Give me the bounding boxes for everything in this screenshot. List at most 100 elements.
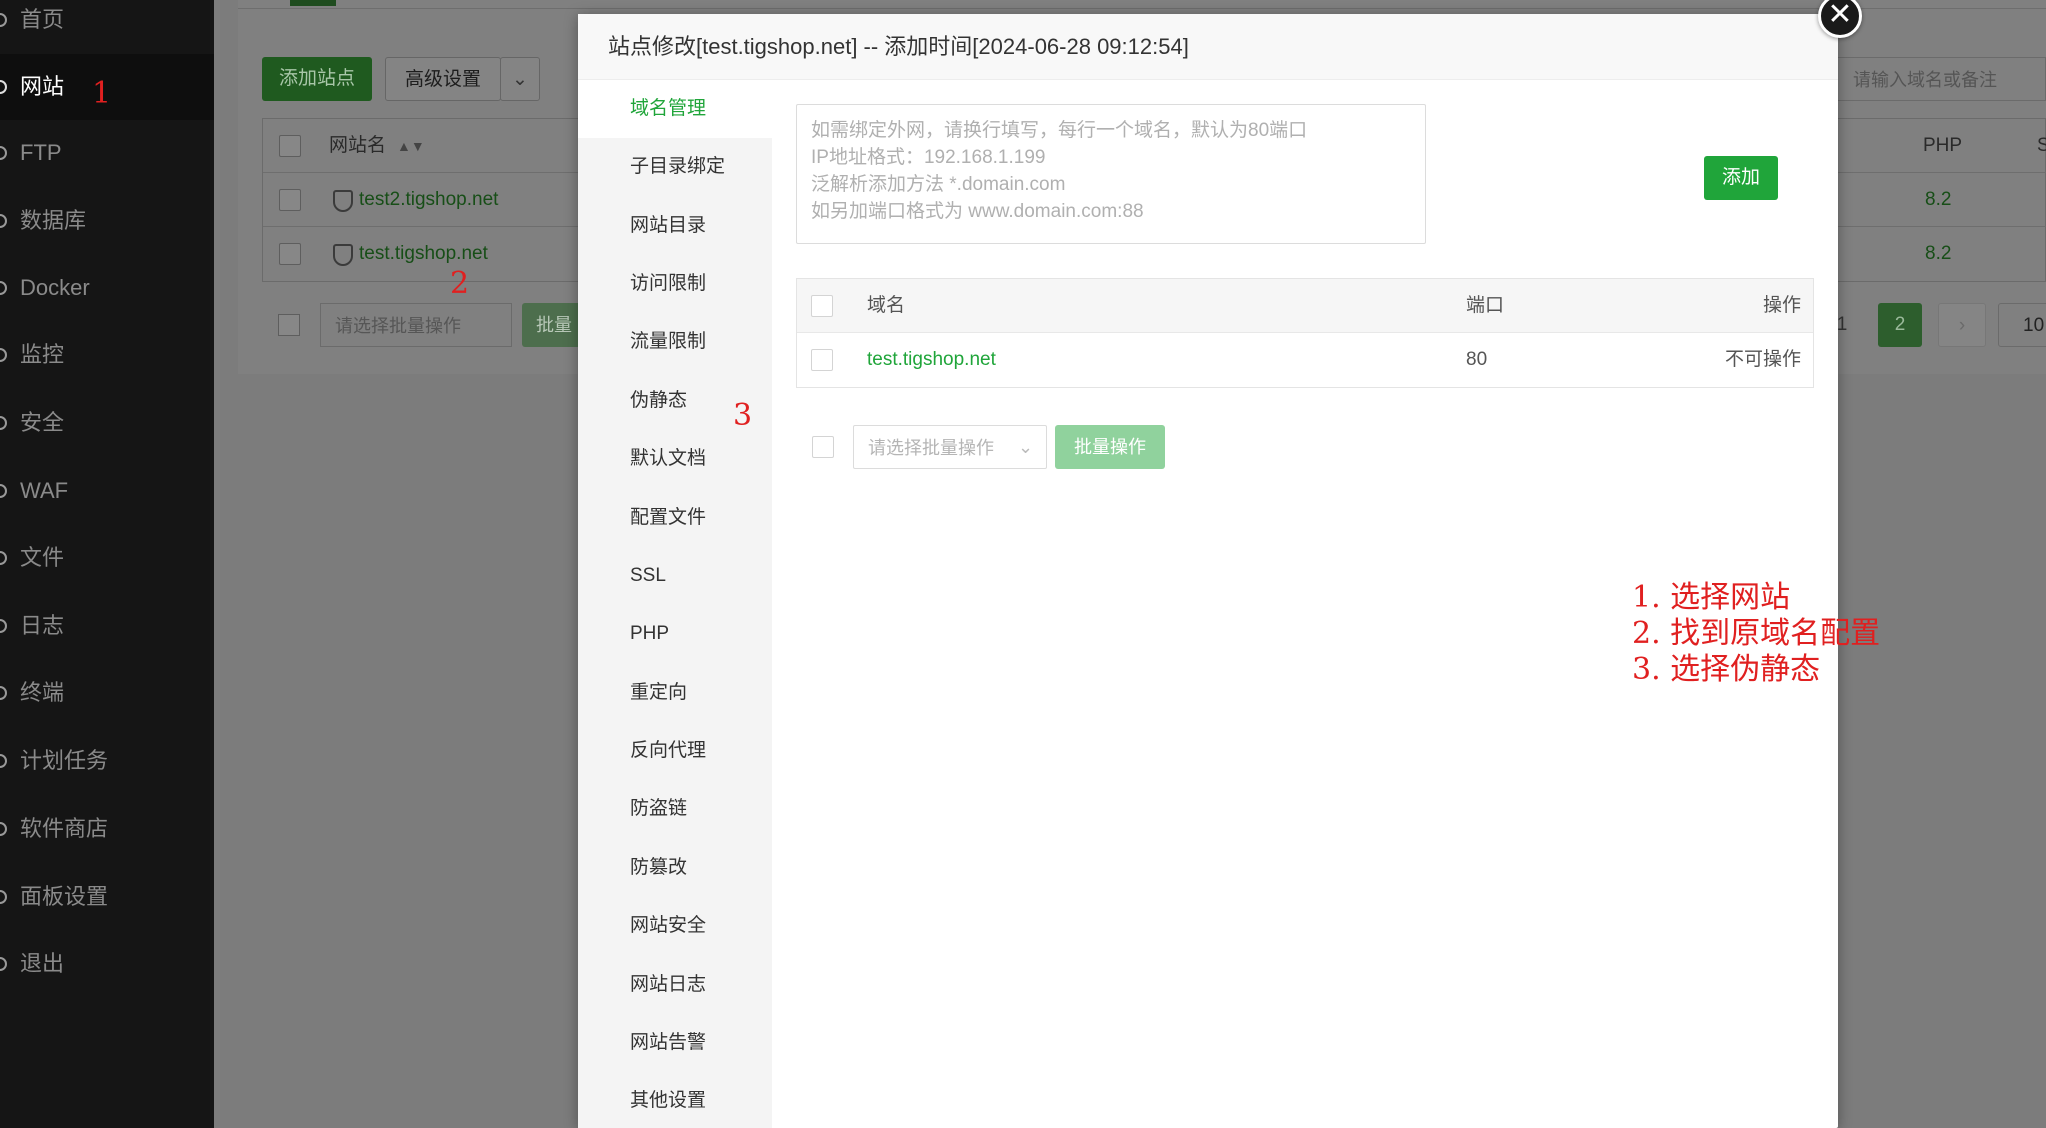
sidebar-item-label: 软件商店: [20, 816, 109, 841]
sidebar-item-label: 数据库: [20, 208, 87, 233]
add-domain-button[interactable]: 添加: [1704, 156, 1778, 200]
table-row: test.tigshop.net 80 不可操作: [797, 333, 1813, 387]
sidebar-item-label: 计划任务: [20, 748, 109, 773]
page-size-select[interactable]: 10: [1998, 303, 2046, 347]
menu-site-logs[interactable]: 网站日志: [578, 956, 772, 1014]
menu-other-settings[interactable]: 其他设置: [578, 1072, 772, 1128]
page-current-button[interactable]: 2: [1878, 303, 1922, 347]
menu-reverse-proxy[interactable]: 反向代理: [578, 722, 772, 780]
sidebar-item-waf[interactable]: WAF: [0, 458, 214, 524]
home-icon: [0, 13, 7, 27]
sidebar-item-files[interactable]: 文件: [0, 525, 214, 591]
row-checkbox[interactable]: [279, 189, 301, 211]
sidebar-item-logout[interactable]: 退出: [0, 931, 214, 997]
advanced-settings-button[interactable]: 高级设置: [385, 57, 501, 101]
row-checkbox[interactable]: [811, 349, 833, 371]
column-site-name[interactable]: 网站名: [329, 119, 386, 173]
domain-input-placeholder-line: 泛解析添加方法 *.domain.com: [811, 174, 1066, 195]
chevron-down-icon: ⌄: [1018, 437, 1034, 457]
add-site-button[interactable]: 添加站点: [262, 57, 372, 101]
sidebar: 首页 网站 FTP 数据库 Docker 监控 安全 WAF 文件 日志 终端 …: [0, 0, 214, 1128]
sidebar-item-monitor[interactable]: 监控: [0, 322, 214, 388]
schedule-icon: [0, 754, 7, 768]
domain-port: 80: [1466, 349, 1488, 370]
sidebar-item-ftp[interactable]: FTP: [0, 120, 214, 186]
menu-default-document[interactable]: 默认文档: [578, 430, 772, 488]
ftp-icon: [0, 146, 7, 160]
php-version[interactable]: 8.2: [1925, 227, 1951, 281]
annotation-step-2: 2: [450, 266, 470, 301]
sidebar-item-label: 日志: [20, 613, 65, 638]
chevron-down-icon[interactable]: ⌄: [500, 57, 540, 101]
main-tab-divider: [238, 8, 2046, 9]
sort-icon[interactable]: ▲▼: [397, 119, 425, 173]
sidebar-item-database[interactable]: 数据库: [0, 188, 214, 254]
menu-hotlink-protection[interactable]: 防盗链: [578, 780, 772, 838]
php-version[interactable]: 8.2: [1925, 173, 1951, 227]
domain-table: 域名 端口 操作 test.tigshop.net 80 不可操作: [796, 278, 1814, 388]
select-all-checkbox[interactable]: [279, 135, 301, 157]
globe-icon: [0, 80, 7, 94]
menu-access-limit[interactable]: 访问限制: [578, 255, 772, 313]
menu-site-security[interactable]: 网站安全: [578, 897, 772, 955]
domain-input-placeholder-line: 如另加端口格式为 www.domain.com:88: [811, 201, 1144, 222]
sidebar-item-label: 退出: [20, 951, 65, 976]
sidebar-item-security[interactable]: 安全: [0, 390, 214, 456]
batch-select-all-checkbox[interactable]: [812, 436, 834, 458]
sidebar-item-settings[interactable]: 面板设置: [0, 864, 214, 930]
menu-site-alerts[interactable]: 网站告警: [578, 1014, 772, 1072]
batch-action-button[interactable]: 批量操作: [1055, 425, 1165, 469]
modal-header: 站点修改[test.tigshop.net] -- 添加时间[2024-06-2…: [578, 14, 1838, 80]
sidebar-item-label: FTP: [20, 140, 62, 165]
site-name-link[interactable]: test2.tigshop.net: [359, 173, 498, 227]
modal-menu: 域名管理 子目录绑定 网站目录 访问限制 流量限制 伪静态 默认文档 配置文件 …: [578, 80, 772, 1128]
menu-php[interactable]: PHP: [578, 605, 772, 663]
select-all-checkbox[interactable]: [811, 295, 833, 317]
site-search-input[interactable]: 请输入域名或备注: [1836, 57, 2046, 101]
sidebar-item-label: 首页: [20, 7, 65, 32]
menu-site-directory[interactable]: 网站目录: [578, 197, 772, 255]
menu-redirect[interactable]: 重定向: [578, 664, 772, 722]
sidebar-item-logs[interactable]: 日志: [0, 593, 214, 659]
sidebar-item-label: Docker: [20, 275, 90, 300]
menu-config-file[interactable]: 配置文件: [578, 489, 772, 547]
menu-traffic-limit[interactable]: 流量限制: [578, 313, 772, 371]
batch-select-all-checkbox[interactable]: [278, 314, 300, 336]
sidebar-item-label: 安全: [20, 410, 65, 435]
menu-tamper-protection[interactable]: 防篡改: [578, 839, 772, 897]
domain-link[interactable]: test.tigshop.net: [867, 333, 996, 387]
domain-action-disabled: 不可操作: [1725, 349, 1802, 370]
database-icon: [0, 214, 7, 228]
terminal-icon: [0, 686, 7, 700]
batch-action-button[interactable]: 批量: [522, 303, 582, 347]
sidebar-item-label: WAF: [20, 478, 69, 503]
annotation-step-1: 1: [92, 76, 112, 111]
sidebar-item-terminal[interactable]: 终端: [0, 660, 214, 726]
store-icon: [0, 822, 7, 836]
sidebar-item-docker[interactable]: Docker: [0, 255, 214, 321]
shield-icon: [0, 416, 7, 430]
sidebar-item-label: 监控: [20, 342, 65, 367]
row-checkbox[interactable]: [279, 243, 301, 265]
annotation-notes: 1. 选择网站 2. 找到原域名配置 3. 选择伪静态: [1632, 580, 1880, 688]
column-action: 操作: [1763, 295, 1802, 316]
waf-shield-icon: [333, 244, 353, 266]
sidebar-item-cron[interactable]: 计划任务: [0, 728, 214, 794]
batch-action-select[interactable]: 请选择批量操作: [320, 303, 512, 347]
main-tab-indicator: [290, 0, 336, 6]
next-page-icon[interactable]: ›: [1938, 303, 1986, 347]
waf-icon: [0, 484, 7, 498]
monitor-icon: [0, 348, 7, 362]
site-edit-modal: 站点修改[test.tigshop.net] -- 添加时间[2024-06-2…: [578, 14, 1838, 1128]
sidebar-item-store[interactable]: 软件商店: [0, 796, 214, 862]
domain-input[interactable]: 如需绑定外网，请换行填写，每行一个域名，默认为80端口 IP地址格式：192.1…: [796, 104, 1426, 244]
menu-domain-management[interactable]: 域名管理: [578, 80, 772, 138]
sidebar-item-home[interactable]: 首页: [0, 0, 214, 53]
column-port: 端口: [1466, 295, 1505, 316]
annotation-note: 1. 选择网站: [1632, 580, 1791, 615]
menu-subdirectory-binding[interactable]: 子目录绑定: [578, 138, 772, 196]
annotation-step-3: 3: [733, 398, 753, 433]
domain-input-placeholder-line: IP地址格式：192.168.1.199: [811, 147, 1046, 168]
docker-icon: [0, 281, 7, 295]
menu-ssl[interactable]: SSL: [578, 547, 772, 605]
